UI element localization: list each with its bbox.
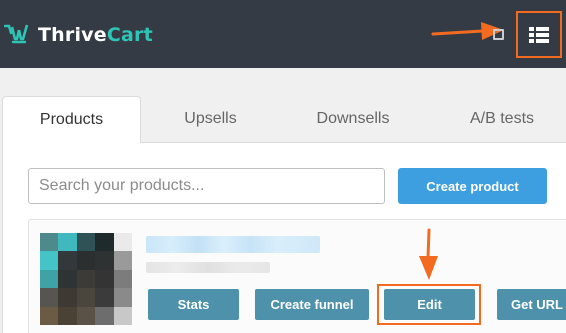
edit-highlight-box — [377, 284, 481, 325]
brand-name-part-2: Cart — [106, 24, 153, 46]
top-header: ThriveCart — [0, 0, 566, 68]
product-tabs: Products Upsells Downsells A/B tests — [0, 96, 566, 143]
tab-upsells[interactable]: Upsells — [141, 96, 280, 142]
cart-logo-icon — [4, 24, 29, 44]
grid-list-icon — [529, 26, 549, 43]
menu-toggle-button[interactable] — [516, 11, 562, 58]
tab-downsells[interactable]: Downsells — [283, 96, 423, 142]
product-thumbnail — [40, 233, 132, 325]
get-url-button[interactable]: Get URL — [497, 289, 566, 320]
partially-hidden-icon — [493, 29, 504, 40]
create-product-button[interactable]: Create product — [398, 168, 547, 204]
brand-name: ThriveCart — [38, 24, 153, 46]
annotation-arrow-down-icon — [419, 228, 438, 280]
tab-products[interactable]: Products — [2, 96, 141, 143]
stats-button[interactable]: Stats — [148, 289, 239, 320]
product-name-redacted — [146, 236, 320, 253]
thrivecart-logo[interactable]: ThriveCart — [4, 22, 153, 48]
tab-ab-tests[interactable]: A/B tests — [432, 96, 566, 142]
create-funnel-button[interactable]: Create funnel — [255, 289, 369, 320]
product-url-redacted — [146, 262, 270, 273]
brand-name-part-1: Thrive — [38, 24, 107, 46]
search-products-input[interactable] — [28, 168, 385, 204]
